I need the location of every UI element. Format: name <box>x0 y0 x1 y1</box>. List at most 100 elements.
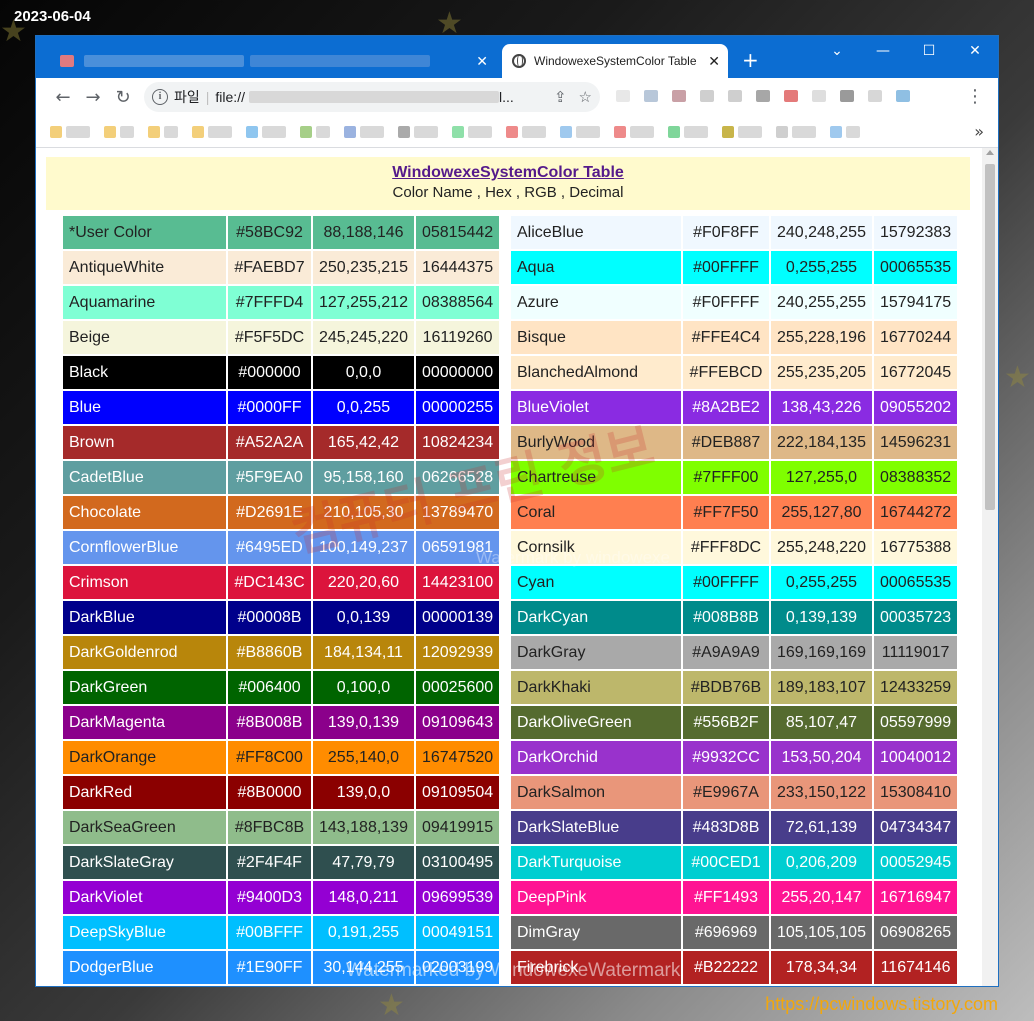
color-table-left: *User Color #58BC92 88,188,146 05815442 Anti… <box>61 214 501 986</box>
bookmark-item[interactable] <box>560 125 600 138</box>
hex-cell: #2F4F4F <box>228 846 311 879</box>
extension-icon[interactable] <box>896 90 910 102</box>
color-row: Beige #F5F5DC 245,245,220 16119260 <box>63 321 500 354</box>
tab-search-chevron-icon[interactable]: ⌄ <box>814 36 860 66</box>
bookmark-item[interactable] <box>722 125 762 138</box>
new-tab-plus-icon[interactable]: + <box>742 50 759 70</box>
rgb-cell: 127,255,0 <box>771 461 872 494</box>
decimal-cell: 09055202 <box>873 391 958 424</box>
extension-icon[interactable] <box>812 90 826 102</box>
vertical-scrollbar[interactable] <box>982 148 998 986</box>
bookmark-item[interactable] <box>50 125 90 138</box>
extension-icon[interactable] <box>672 90 686 102</box>
tab-strip: ✕ WindowexeSystemColor Table ✕ + ⌄ — ☐ ✕ <box>36 36 998 78</box>
tab-active[interactable]: WindowexeSystemColor Table ✕ <box>502 44 728 78</box>
color-name-cell: Chartreuse <box>511 461 681 494</box>
tab-title: WindowexeSystemColor Table <box>534 54 697 68</box>
bookmark-item[interactable] <box>148 125 178 138</box>
extension-icon[interactable] <box>728 90 742 102</box>
decimal-cell: 09699539 <box>415 881 500 914</box>
hex-cell: #5F9EA0 <box>228 461 311 494</box>
minimize-icon[interactable]: — <box>860 36 906 66</box>
bookmark-item[interactable] <box>192 125 232 138</box>
color-name-cell: DarkOrchid <box>511 741 681 774</box>
bookmark-item[interactable] <box>668 125 708 138</box>
color-name-cell: BlanchedAlmond <box>511 356 681 389</box>
extension-icon[interactable] <box>840 90 854 102</box>
bookmark-item[interactable] <box>506 125 546 138</box>
color-name-cell: DarkViolet <box>63 881 226 914</box>
rgb-cell: 47,79,79 <box>313 846 414 879</box>
bookmark-item[interactable] <box>776 125 816 138</box>
more-vert-icon[interactable]: ⋮ <box>966 86 984 107</box>
color-name-cell: DarkSeaGreen <box>63 811 226 844</box>
reload-icon[interactable]: ↻ <box>108 82 138 112</box>
color-row: DarkKhaki #BDB76B 189,183,107 12433259 <box>511 671 958 704</box>
rgb-cell: 255,235,205 <box>771 356 872 389</box>
extension-icon[interactable] <box>616 90 630 102</box>
hex-cell: #7FFFD4 <box>228 286 311 319</box>
hex-cell: #0000FF <box>228 391 311 424</box>
bookmark-item[interactable] <box>452 125 492 138</box>
extension-icon[interactable] <box>868 90 882 102</box>
decimal-cell: 16770244 <box>873 321 958 354</box>
extension-icon[interactable] <box>756 90 770 102</box>
decimal-cell: 02003199 <box>415 951 500 984</box>
globe-icon <box>512 54 526 68</box>
bookmark-item[interactable] <box>300 125 330 138</box>
hex-cell: #FFEBCD <box>683 356 769 389</box>
redacted-tab-title <box>60 55 74 67</box>
rgb-cell: 0,255,255 <box>771 251 872 284</box>
hex-cell: #00FFFF <box>683 251 769 284</box>
extension-icon[interactable] <box>644 90 658 102</box>
bookmarks-overflow-icon[interactable]: » <box>974 122 984 141</box>
extension-icon[interactable] <box>700 90 714 102</box>
color-name-cell: BlueViolet <box>511 391 681 424</box>
close-window-icon[interactable]: ✕ <box>952 36 998 66</box>
forward-arrow-icon[interactable]: → <box>78 82 108 112</box>
decimal-cell: 16775388 <box>873 531 958 564</box>
bookmark-item[interactable] <box>246 125 286 138</box>
color-name-cell: DarkRed <box>63 776 226 809</box>
rgb-cell: 139,0,0 <box>313 776 414 809</box>
decimal-cell: 05597999 <box>873 706 958 739</box>
decimal-cell: 00000139 <box>415 601 500 634</box>
rgb-cell: 95,158,160 <box>313 461 414 494</box>
color-row: DarkOrchid #9932CC 153,50,204 10040012 <box>511 741 958 774</box>
bookmark-item[interactable] <box>344 125 384 138</box>
hex-cell: #6495ED <box>228 531 311 564</box>
bookmark-item[interactable] <box>104 125 134 138</box>
redacted-url <box>248 91 499 103</box>
rgb-cell: 88,188,146 <box>313 216 414 249</box>
decimal-cell: 06591981 <box>415 531 500 564</box>
scrollbar-thumb[interactable] <box>985 164 995 510</box>
bookmark-item[interactable] <box>614 125 654 138</box>
close-tab-icon[interactable]: ✕ <box>476 54 488 68</box>
tab-inactive[interactable]: ✕ <box>46 44 496 78</box>
address-bar[interactable]: i 파일 | file:// l... ⇪ ☆ <box>144 82 600 112</box>
rgb-cell: 255,248,220 <box>771 531 872 564</box>
info-icon[interactable]: i <box>152 89 168 105</box>
bookmark-item[interactable] <box>398 125 438 138</box>
close-tab-icon[interactable]: ✕ <box>708 54 720 68</box>
maximize-icon[interactable]: ☐ <box>906 36 952 66</box>
scroll-up-arrow-icon[interactable] <box>986 150 994 155</box>
color-name-cell: Black <box>63 356 226 389</box>
hex-cell: #FFE4C4 <box>683 321 769 354</box>
decimal-cell: 12433259 <box>873 671 958 704</box>
color-name-cell: DeepPink <box>511 881 681 914</box>
bookmark-star-icon[interactable]: ☆ <box>579 88 592 106</box>
share-icon[interactable]: ⇪ <box>554 88 567 106</box>
hex-cell: #00FFFF <box>683 566 769 599</box>
back-arrow-icon[interactable]: ← <box>48 82 78 112</box>
page-title-link[interactable]: WindowexeSystemColor Table <box>46 164 970 182</box>
color-row: Chocolate #D2691E 210,105,30 13789470 <box>63 496 500 529</box>
color-row: Brown #A52A2A 165,42,42 10824234 <box>63 426 500 459</box>
hex-cell: #7FFF00 <box>683 461 769 494</box>
extension-icon[interactable] <box>784 90 798 102</box>
bookmark-item[interactable] <box>830 125 860 138</box>
color-row: Aquamarine #7FFFD4 127,255,212 08388564 <box>63 286 500 319</box>
decimal-cell: 16744272 <box>873 496 958 529</box>
color-name-cell: Beige <box>63 321 226 354</box>
decimal-cell: 09419915 <box>415 811 500 844</box>
